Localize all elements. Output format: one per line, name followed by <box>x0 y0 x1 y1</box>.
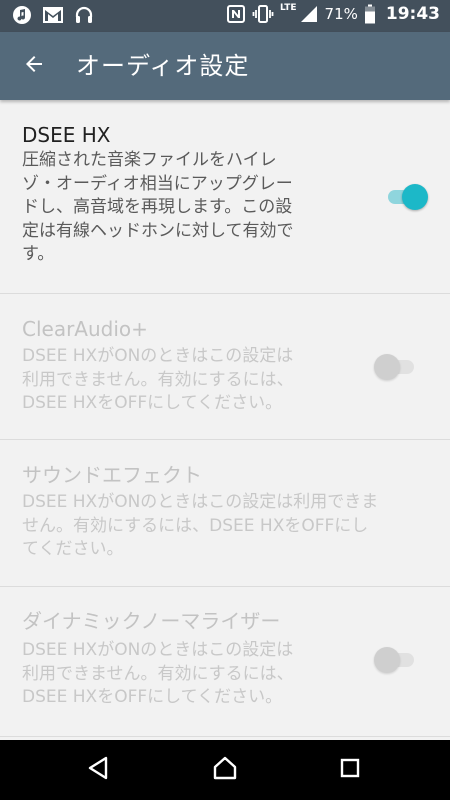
settings-list: DSEE HX 圧縮された音楽ファイルをハイレ ゾ・オーディオ相当にアップグレー… <box>0 100 450 740</box>
setting-title: ダイナミックノーマライザー <box>22 609 281 633</box>
summary-line: せん。有効にするには、DSEE HXをOFFにし <box>22 515 369 536</box>
status-notifications <box>12 5 94 25</box>
toggle-thumb <box>402 184 428 210</box>
summary-line: ゾ・オーディオ相当にアップグレー <box>22 173 293 194</box>
setting-summary: DSEE HXがONのときはこの設定は利用できま せん。有効にするには、DSEE… <box>22 491 378 562</box>
music-note-icon <box>12 5 32 25</box>
signal-icon <box>299 4 319 24</box>
summary-line: てください。 <box>22 539 124 559</box>
back-button[interactable] <box>14 46 54 86</box>
nav-back-button[interactable] <box>79 750 119 790</box>
screen: LTE 71% 19:43 オーディオ設定 DSEE HX 圧縮された音楽ファイ… <box>0 0 450 800</box>
setting-title: DSEE HX <box>22 123 111 147</box>
clear-audio-toggle[interactable] <box>374 353 418 381</box>
app-bar: オーディオ設定 <box>0 32 450 100</box>
status-system-icons: LTE 71% 19:43 <box>226 3 440 24</box>
headphones-icon <box>74 5 94 25</box>
dsee-hx-toggle[interactable] <box>384 183 428 211</box>
nfc-icon <box>226 4 246 24</box>
summary-line: 利用できません。有効にするには、 <box>22 663 294 684</box>
setting-dynamic-normalizer[interactable]: ダイナミックノーマライザー DSEE HXがONのときはこの設定は 利用できませ… <box>0 587 450 737</box>
toggle-thumb <box>374 647 400 673</box>
summary-line: DSEE HXがONのときはこの設定は <box>22 346 294 366</box>
recents-icon <box>338 756 362 784</box>
back-triangle-icon <box>86 755 112 785</box>
setting-summary: 圧縮された音楽ファイルをハイレ ゾ・オーディオ相当にアップグレー ドし、高音域を… <box>22 149 294 267</box>
setting-title: ClearAudio+ <box>22 317 148 341</box>
navigation-bar <box>0 740 450 800</box>
setting-summary: DSEE HXがONのときはこの設定は 利用できません。有効にするには、 DSE… <box>22 639 294 710</box>
summary-line: す。 <box>22 244 55 264</box>
toggle-thumb <box>374 354 400 380</box>
arrow-back-icon <box>22 52 46 80</box>
summary-line: ドし、高音域を再現します。この設 <box>22 197 293 217</box>
summary-line: 定は有線ヘッドホンに対して有効で <box>22 220 294 241</box>
home-icon <box>211 754 239 786</box>
summary-line: DSEE HXがONのときはこの設定は <box>22 640 294 660</box>
setting-title: サウンドエフェクト <box>22 463 202 487</box>
page-title: オーディオ設定 <box>76 52 250 80</box>
nav-recents-button[interactable] <box>330 750 370 790</box>
setting-dsee-hx[interactable]: DSEE HX 圧縮された音楽ファイルをハイレ ゾ・オーディオ相当にアップグレー… <box>0 100 450 294</box>
summary-line: 圧縮された音楽ファイルをハイレ <box>22 150 277 170</box>
summary-line: DSEE HXをOFFにしてください。 <box>22 687 283 707</box>
dynamic-normalizer-toggle[interactable] <box>374 646 418 674</box>
setting-summary: DSEE HXがONのときはこの設定は 利用できません。有効にするには、 DSE… <box>22 345 294 416</box>
clock: 19:43 <box>385 4 440 24</box>
summary-line: DSEE HXをOFFにしてください。 <box>22 393 283 413</box>
status-bar: LTE 71% 19:43 <box>0 0 450 32</box>
setting-sound-effect[interactable]: サウンドエフェクト DSEE HXがONのときはこの設定は利用できま せん。有効… <box>0 440 450 587</box>
vibrate-icon <box>252 4 274 24</box>
battery-icon <box>364 4 376 24</box>
gmail-icon <box>42 6 64 24</box>
nav-home-button[interactable] <box>205 750 245 790</box>
network-type: LTE <box>279 3 297 13</box>
setting-clear-audio[interactable]: ClearAudio+ DSEE HXがONのときはこの設定は 利用できません。… <box>0 294 450 440</box>
summary-line: DSEE HXがONのときはこの設定は利用できま <box>22 492 379 512</box>
battery-percent: 71% <box>324 5 358 23</box>
summary-line: 利用できません。有効にするには、 <box>22 369 294 390</box>
